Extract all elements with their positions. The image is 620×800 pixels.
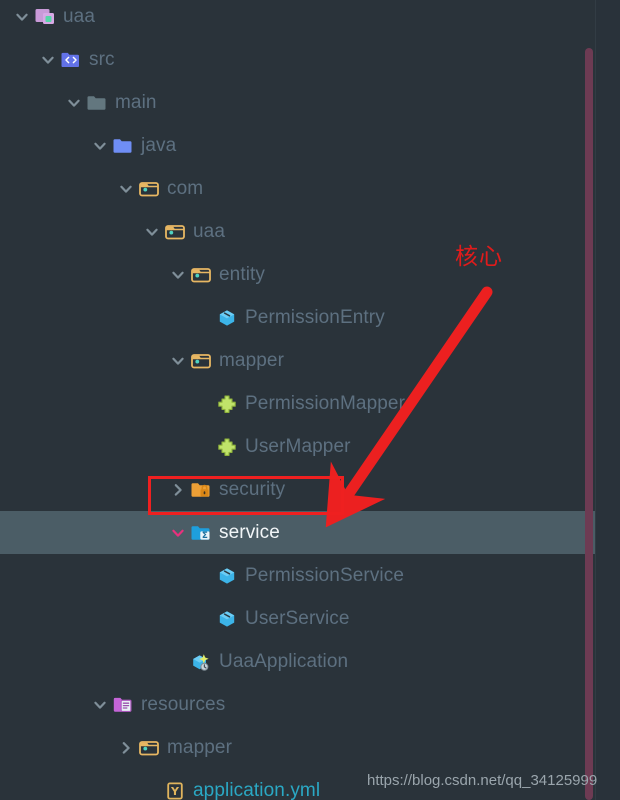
tree-row-label: security: [219, 479, 286, 500]
chevron-down-icon[interactable]: [168, 351, 188, 371]
package-icon: [190, 350, 212, 372]
tree-row[interactable]: uaa: [0, 0, 596, 38]
tree-row[interactable]: mapper: [0, 339, 596, 382]
package-icon: [138, 178, 160, 200]
twisty-placeholder: [168, 652, 188, 672]
tree-row[interactable]: main: [0, 81, 596, 124]
project-tree-panel: uaa src main java com uaa entity Permissio…: [0, 0, 620, 800]
tree-row-label: service: [219, 522, 280, 543]
tree-row-label: UaaApplication: [219, 651, 349, 672]
svg-text:Y: Y: [170, 785, 180, 798]
twisty-placeholder: [194, 437, 214, 457]
tree-row[interactable]: uaa: [0, 210, 596, 253]
tree-row-label: mapper: [219, 350, 285, 371]
folder-blue-icon: [112, 135, 134, 157]
tree-row[interactable]: UserMapper: [0, 425, 596, 468]
tree-row[interactable]: src: [0, 38, 596, 81]
tree-row[interactable]: PermissionMapper: [0, 382, 596, 425]
chevron-down-icon[interactable]: [142, 222, 162, 242]
svg-text:Σ: Σ: [202, 531, 208, 541]
tree-row[interactable]: entity: [0, 253, 596, 296]
java-interface-icon: [216, 393, 238, 415]
twisty-placeholder: [142, 781, 162, 800]
tree-row-label: UserMapper: [245, 436, 351, 457]
tree-row[interactable]: com: [0, 167, 596, 210]
java-class-icon: [216, 307, 238, 329]
twisty-placeholder: [194, 609, 214, 629]
tree-row[interactable]: PermissionService: [0, 554, 596, 597]
tree-row-label: UserService: [245, 608, 350, 629]
package-icon: [190, 264, 212, 286]
vertical-scrollbar[interactable]: [582, 0, 596, 800]
chevron-down-icon[interactable]: [168, 265, 188, 285]
tree-row-label: application.yml: [193, 780, 321, 800]
chevron-down-icon[interactable]: [90, 136, 110, 156]
tree-row[interactable]: UaaApplication: [0, 640, 596, 683]
chevron-down-icon[interactable]: [38, 50, 58, 70]
watermark-url: https://blog.csdn.net/qq_34125999: [367, 772, 598, 789]
twisty-placeholder: [194, 394, 214, 414]
chevron-down-icon[interactable]: [116, 179, 136, 199]
tree-row-label: java: [141, 135, 177, 156]
scrollbar-thumb[interactable]: [585, 48, 593, 800]
yaml-file-icon: Y: [164, 780, 186, 800]
tree-row[interactable]: security: [0, 468, 596, 511]
folder-service-icon: Σ: [190, 522, 212, 544]
tree-row[interactable]: PermissionEntry: [0, 296, 596, 339]
chevron-right-icon[interactable]: [168, 480, 188, 500]
tree-row[interactable]: UserService: [0, 597, 596, 640]
tree-row-label: resources: [141, 694, 226, 715]
tree-row-label: uaa: [193, 221, 226, 242]
chevron-down-icon[interactable]: [64, 93, 84, 113]
twisty-placeholder: [194, 566, 214, 586]
tree-row-label: mapper: [167, 737, 233, 758]
package-icon: [164, 221, 186, 243]
tree-row[interactable]: resources: [0, 683, 596, 726]
chevron-down-icon[interactable]: [90, 695, 110, 715]
twisty-placeholder: [194, 308, 214, 328]
module-folder-icon: [34, 6, 56, 28]
tree-row-label: src: [89, 49, 115, 70]
package-icon: [138, 737, 160, 759]
tree-row-label: PermissionEntry: [245, 307, 385, 328]
tree-row[interactable]: java: [0, 124, 596, 167]
tree-row-label: uaa: [63, 6, 96, 27]
panel-gutter: [595, 0, 620, 800]
tree-row-label: PermissionMapper: [245, 393, 405, 414]
chevron-down-icon[interactable]: [12, 7, 32, 27]
tree-row-label: entity: [219, 264, 266, 285]
resources-folder-icon: [112, 694, 134, 716]
tree-row[interactable]: mapper: [0, 726, 596, 769]
tree-row-label: com: [167, 178, 204, 199]
file-tree[interactable]: uaa src main java com uaa entity Permissio…: [0, 0, 596, 800]
java-class-icon: [216, 565, 238, 587]
tree-row-label: main: [115, 92, 157, 113]
java-interface-icon: [216, 436, 238, 458]
folder-locked-icon: [190, 479, 212, 501]
chevron-right-icon[interactable]: [116, 738, 136, 758]
folder-gray-icon: [86, 92, 108, 114]
java-class-icon: [216, 608, 238, 630]
chevron-down-icon[interactable]: [168, 523, 188, 543]
source-folder-icon: [60, 49, 82, 71]
spring-boot-app-icon: [190, 651, 212, 673]
tree-row-label: PermissionService: [245, 565, 405, 586]
tree-row[interactable]: Σservice: [0, 511, 596, 554]
